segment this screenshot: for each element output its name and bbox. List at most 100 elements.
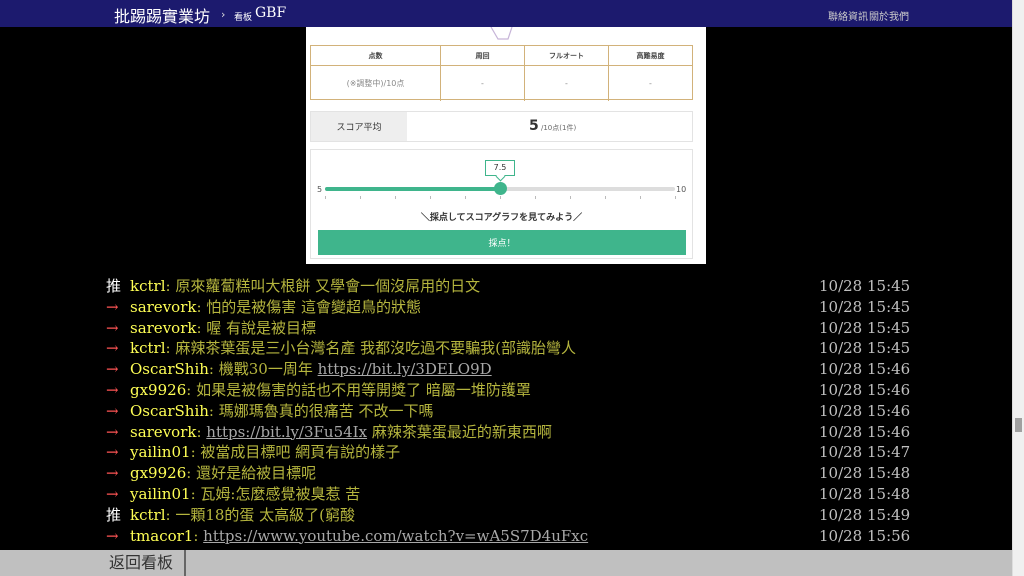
about-link[interactable]: 關於我們 xyxy=(869,8,909,23)
full-auto-value: - xyxy=(525,66,609,101)
push-time: 10/28 15:46 xyxy=(819,401,911,420)
slider-max-label: 10 xyxy=(676,185,687,194)
back-to-board-button[interactable]: 返回看板 xyxy=(98,550,186,576)
push-row: 推 kctrl: 原來蘿蔔糕叫大根餅 又學會一個沒屌用的日文 10/28 15:45 xyxy=(106,276,916,297)
push-row: → tmacor1: https://www.youtube.com/watch?… xyxy=(106,526,916,547)
score-average-label: スコア平均 xyxy=(311,112,407,141)
push-userid: kctrl xyxy=(130,505,166,524)
push-userid: OscarShih xyxy=(130,401,209,420)
push-row: → gx9926: 如果是被傷害的話也不用等開獎了 暗屬一堆防護罩 10/28 15… xyxy=(106,380,916,401)
push-user: sarevork: https://bit.ly/3Fu54Ix 麻辣茶葉蛋最近… xyxy=(130,422,552,443)
push-content: : 一顆18的蛋 太高級了(窮酸 xyxy=(166,506,356,524)
top-bar: 批踢踢實業坊 › 看板 GBF 聯絡資訊 關於我們 xyxy=(0,0,1012,27)
push-content-text: : 被當成目標吧 網頁有說的樣子 xyxy=(190,443,401,462)
push-content: : 麻辣茶葉蛋是三小台灣名產 我都沒吃過不要騙我(部識胎彎人 xyxy=(166,339,576,357)
character-illustration-fragment xyxy=(490,27,513,40)
push-time: 10/28 15:48 xyxy=(819,484,911,503)
slider-ticks xyxy=(325,196,676,199)
push-content-text: : 機戰30一周年 xyxy=(208,360,318,379)
board-name[interactable]: GBF xyxy=(255,5,286,21)
push-tag: → xyxy=(106,297,119,316)
slider-tick xyxy=(675,196,676,199)
push-content: : 原來蘿蔔糕叫大根餅 又學會一個沒屌用的日文 xyxy=(166,277,481,295)
push-user: sarevork: 怕的是被傷害 這會變超鳥的狀態 xyxy=(130,297,421,318)
push-userid: sarevork xyxy=(130,318,197,337)
push-time: 10/28 15:45 xyxy=(819,277,911,295)
push-userid: sarevork xyxy=(130,422,197,441)
rating-slider[interactable]: 7.5 xyxy=(325,160,675,195)
rating-slider-box: 5 7.5 10 ＼採点してスコアグラフを見てみよう／ 採点！ xyxy=(310,149,693,259)
push-content-text: : 麻辣茶葉蛋是三小台灣名產 我都沒吃過不要騙我(部識胎彎人 xyxy=(165,339,576,358)
laps-value: - xyxy=(441,66,525,101)
slider-tick xyxy=(570,196,571,199)
push-userid: yailin01 xyxy=(130,443,191,462)
scrollbar-thumb[interactable] xyxy=(1015,418,1022,432)
score-header: 点数 xyxy=(311,46,441,66)
slider-min-label: 5 xyxy=(317,185,323,194)
slider-tick xyxy=(395,196,396,199)
contact-link[interactable]: 聯絡資訊 xyxy=(828,8,868,23)
push-user: gx9926: 如果是被傷害的話也不用等開獎了 暗屬一堆防護罩 xyxy=(130,380,531,401)
push-link[interactable]: https://bit.ly/3Fu54Ix xyxy=(206,423,367,441)
push-content-after: 麻辣茶葉蛋最近的新東西啊 xyxy=(367,422,552,441)
push-userid: kctrl xyxy=(130,277,166,295)
laps-header: 周回 xyxy=(441,46,525,66)
push-content-text: : 瑪娜瑪魯真的很痛苦 不改一下嗎 xyxy=(208,401,434,420)
push-content: : https://bit.ly/3Fu54Ix 麻辣茶葉蛋最近的新東西啊 xyxy=(196,423,551,441)
push-row: → yailin01: 瓦姆:怎麼感覺被臭惹 苦 10/28 15:48 xyxy=(106,484,916,505)
push-time: 10/28 15:46 xyxy=(819,422,911,441)
breadcrumb-separator: › xyxy=(221,8,226,21)
slider-handle[interactable] xyxy=(494,182,507,195)
push-content-text: : 還好是給被目標呢 xyxy=(186,464,317,483)
score-value: (※調整中)/10点 xyxy=(311,66,441,101)
push-content: : 瓦姆:怎麼感覺被臭惹 苦 xyxy=(191,485,361,503)
bottom-bar: 返回看板 xyxy=(0,550,1012,576)
push-row: 推 kctrl: 一顆18的蛋 太高級了(窮酸 10/28 15:49 xyxy=(106,505,916,526)
difficulty-header: 高難易度 xyxy=(609,46,692,66)
push-tag: 推 xyxy=(106,505,122,524)
push-row: → yailin01: 被當成目標吧 網頁有說的樣子 10/28 15:47 xyxy=(106,442,916,463)
push-user: yailin01: 瓦姆:怎麼感覺被臭惹 苦 xyxy=(130,484,360,505)
push-tag: → xyxy=(106,464,119,483)
push-time: 10/28 15:45 xyxy=(819,297,911,316)
score-average-value: 5 xyxy=(529,118,539,134)
push-user: tmacor1: https://www.youtube.com/watch?v… xyxy=(130,526,588,547)
push-content-text: : 喔 有說是被目標 xyxy=(196,318,317,337)
push-user: yailin01: 被當成目標吧 網頁有說的樣子 xyxy=(130,442,400,463)
push-tag: → xyxy=(106,380,119,399)
push-content: : 喔 有說是被目標 xyxy=(196,319,316,337)
site-brand[interactable]: 批踢踢實業坊 xyxy=(114,3,210,27)
push-user: OscarShih: 機戰30一周年 https://bit.ly/3DELO9… xyxy=(130,359,492,380)
push-time: 10/28 15:49 xyxy=(819,505,911,524)
push-tag: → xyxy=(106,360,119,379)
push-tag: → xyxy=(106,526,119,545)
push-link[interactable]: https://bit.ly/3DELO9D xyxy=(318,360,492,378)
push-content-text: : 原來蘿蔔糕叫大根餅 又學會一個沒屌用的日文 xyxy=(165,277,481,295)
rate-button[interactable]: 採点！ xyxy=(318,230,686,255)
push-userid: gx9926 xyxy=(130,380,187,399)
push-user: sarevork: 喔 有說是被目標 xyxy=(130,318,316,339)
push-userid: OscarShih xyxy=(130,360,209,379)
push-time: 10/28 15:46 xyxy=(819,360,911,379)
push-link[interactable]: https://www.youtube.com/watch?v=wA5S7D4u… xyxy=(203,527,588,545)
push-content-text: : xyxy=(193,526,204,545)
push-time: 10/28 15:45 xyxy=(819,318,911,337)
push-user: kctrl: 原來蘿蔔糕叫大根餅 又學會一個沒屌用的日文 xyxy=(130,276,480,297)
push-content: : https://www.youtube.com/watch?v=wA5S7D… xyxy=(193,527,588,545)
scrollbar[interactable] xyxy=(1012,0,1024,576)
slider-value-tooltip: 7.5 xyxy=(485,160,515,176)
push-content-text: : 一顆18的蛋 太高級了(窮酸 xyxy=(165,505,356,524)
push-content-text: : 瓦姆:怎麼感覺被臭惹 苦 xyxy=(190,484,361,503)
push-user: kctrl: 麻辣茶葉蛋是三小台灣名產 我都沒吃過不要騙我(部識胎彎人 xyxy=(130,338,576,359)
push-content: : 瑪娜瑪魯真的很痛苦 不改一下嗎 xyxy=(209,402,434,420)
push-row: → kctrl: 麻辣茶葉蛋是三小台灣名產 我都沒吃過不要騙我(部識胎彎人 10/2… xyxy=(106,338,916,359)
score-average-sub: /10点(1件) xyxy=(541,124,577,132)
push-tag: → xyxy=(106,318,119,337)
push-time: 10/28 15:56 xyxy=(819,526,911,545)
push-user: OscarShih: 瑪娜瑪魯真的很痛苦 不改一下嗎 xyxy=(130,401,434,422)
board-label[interactable]: 看板 xyxy=(234,10,252,23)
push-time: 10/28 15:45 xyxy=(819,339,911,358)
score-table: 点数 周回 フルオート 高難易度 (※調整中)/10点 - - - xyxy=(310,45,693,101)
push-tag: → xyxy=(106,422,119,441)
push-time: 10/28 15:47 xyxy=(819,443,911,462)
